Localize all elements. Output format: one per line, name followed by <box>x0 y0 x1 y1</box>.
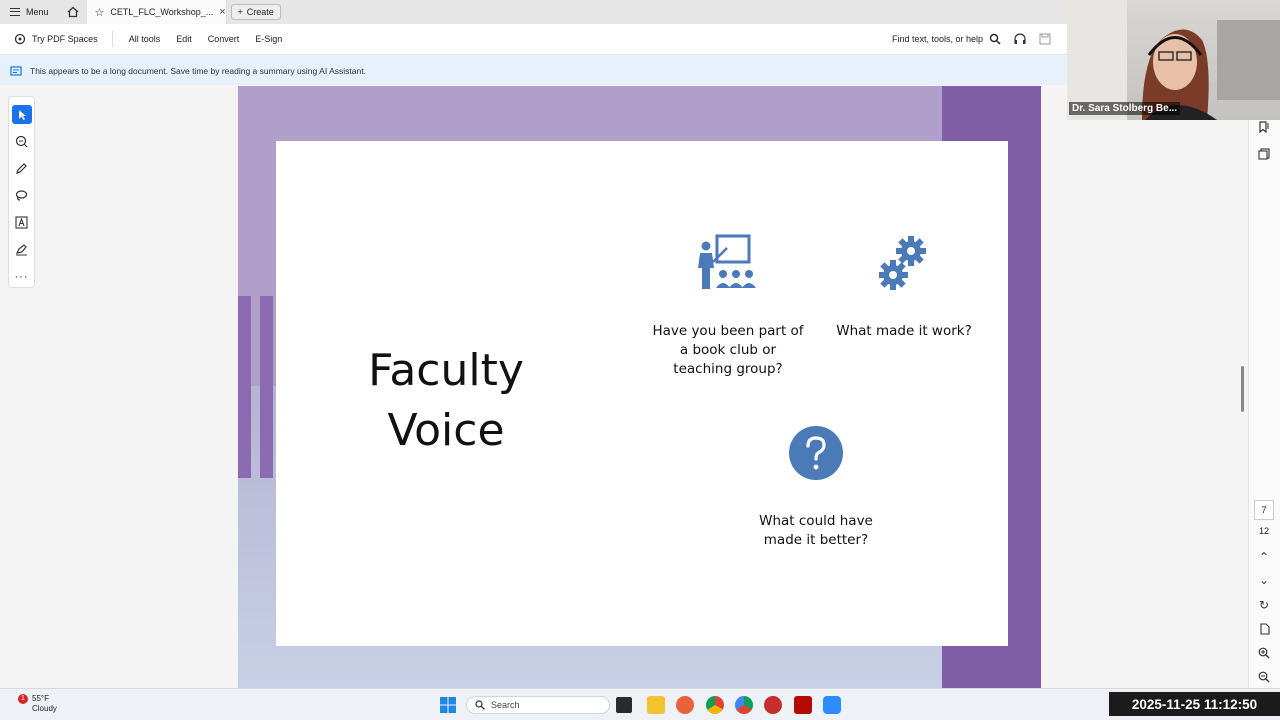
weather-condition: Cloudy <box>32 704 57 713</box>
app-icon[interactable] <box>764 696 782 714</box>
chrome-icon[interactable] <box>706 696 724 714</box>
bookmark-icon[interactable] <box>1256 119 1272 135</box>
ai-assistant-icon <box>10 65 22 76</box>
task-view-icon[interactable] <box>616 697 632 713</box>
text-tool[interactable] <box>12 213 32 232</box>
home-button[interactable] <box>59 0 87 24</box>
weather-badge: 1 <box>18 694 28 704</box>
more-icon: ··· <box>14 270 29 283</box>
search-icon <box>475 700 485 710</box>
background-stripe <box>260 296 273 478</box>
timestamp-overlay: 2025-11-25 11:12:50 <box>1109 692 1280 716</box>
menu-label: Menu <box>26 7 49 17</box>
tab-bar: Menu ☆ CETL_FLC_Workshop_... × + Create <box>0 0 1067 24</box>
lasso-icon <box>15 190 28 201</box>
weather-temp: 55°F <box>32 694 49 703</box>
background-stripe <box>238 296 251 478</box>
pages-icon[interactable] <box>1256 146 1272 162</box>
weather-widget[interactable]: 1 55°F Cloudy <box>18 694 57 714</box>
headphones-icon[interactable] <box>1013 33 1027 45</box>
star-icon[interactable]: ☆ <box>95 6 105 19</box>
create-button[interactable]: + Create <box>230 4 281 20</box>
all-tools-button[interactable]: All tools <box>121 34 169 44</box>
main-toolbar: Try PDF Spaces All tools Edit Convert E-… <box>0 24 1067 55</box>
file-explorer-icon[interactable] <box>647 696 665 714</box>
zoom-in-icon[interactable] <box>1256 645 1272 661</box>
try-pdf-spaces-label: Try PDF Spaces <box>32 34 98 44</box>
scrollbar-thumb[interactable] <box>1241 366 1244 412</box>
plus-icon: + <box>237 7 243 17</box>
comment-icon <box>15 135 28 148</box>
cursor-icon <box>18 109 26 120</box>
close-tab-icon[interactable]: × <box>219 6 225 18</box>
chevron-up-icon[interactable]: ⌃ <box>1256 549 1272 565</box>
esign-button[interactable]: E-Sign <box>247 34 290 44</box>
export-icon[interactable] <box>1256 621 1272 637</box>
zoom-out-icon[interactable] <box>1256 669 1272 685</box>
search-icon[interactable] <box>989 33 1001 45</box>
current-page-field[interactable]: 7 <box>1254 500 1274 520</box>
pdf-spaces-icon <box>14 33 26 45</box>
teaching-group-icon <box>698 234 756 289</box>
video-tile[interactable]: Dr. Sara Stolberg Be... <box>1067 0 1280 120</box>
question-what-better: What could have made it better? <box>759 513 873 548</box>
question-book-club: Have you been part of a book club or tea… <box>652 323 804 377</box>
sign-tool[interactable] <box>12 240 32 259</box>
signature-icon <box>15 244 27 256</box>
taskbar: 1 55°F Cloudy Search <box>0 688 1280 720</box>
find-text-field[interactable]: Find text, tools, or help <box>892 34 983 44</box>
refresh-icon[interactable]: ↻ <box>1256 597 1272 613</box>
chrome-profile-icon[interactable] <box>735 696 753 714</box>
firefox-icon[interactable] <box>676 696 694 714</box>
tab-title: CETL_FLC_Workshop_... <box>110 7 214 17</box>
slide-title-line1: Faculty <box>368 345 524 396</box>
try-pdf-spaces-button[interactable]: Try PDF Spaces <box>0 31 113 47</box>
left-toolbar: ··· <box>8 96 35 288</box>
slide-page: Faculty Voice Have you been part of a bo… <box>276 141 1008 646</box>
question-what-worked: What made it work? <box>836 323 972 339</box>
question-icon <box>789 426 843 480</box>
zoom-app-icon[interactable] <box>823 696 841 714</box>
chevron-down-icon[interactable]: ⌄ <box>1256 572 1272 588</box>
acrobat-icon[interactable] <box>794 696 812 714</box>
tab-document[interactable]: ☆ CETL_FLC_Workshop_... × <box>86 0 227 24</box>
text-box-icon <box>15 216 28 229</box>
total-pages: 12 <box>1258 526 1269 536</box>
convert-button[interactable]: Convert <box>200 34 248 44</box>
highlight-tool[interactable] <box>12 159 32 178</box>
taskbar-search[interactable]: Search <box>466 696 610 714</box>
home-icon <box>67 6 78 18</box>
draw-tool[interactable] <box>12 186 32 205</box>
ai-summary-banner: This appears to be a long document. Save… <box>0 56 1067 85</box>
slide-title: Faculty Voice <box>356 341 536 461</box>
create-label: Create <box>246 7 274 17</box>
menu-button[interactable]: Menu <box>0 0 59 24</box>
hamburger-icon <box>10 8 20 16</box>
banner-text[interactable]: This appears to be a long document. Save… <box>30 66 366 76</box>
comment-tool[interactable] <box>12 132 32 151</box>
select-tool[interactable] <box>11 105 32 124</box>
windows-start-icon[interactable] <box>440 697 456 713</box>
gears-icon <box>879 236 926 290</box>
edit-button[interactable]: Edit <box>168 34 200 44</box>
save-icon[interactable] <box>1039 33 1051 45</box>
more-tools-button[interactable]: ··· <box>12 267 32 286</box>
taskbar-search-label: Search <box>491 700 520 710</box>
pen-icon <box>16 163 27 174</box>
slide-title-line2: Voice <box>387 405 505 456</box>
participant-name: Dr. Sara Stolberg Be... <box>1069 102 1181 115</box>
